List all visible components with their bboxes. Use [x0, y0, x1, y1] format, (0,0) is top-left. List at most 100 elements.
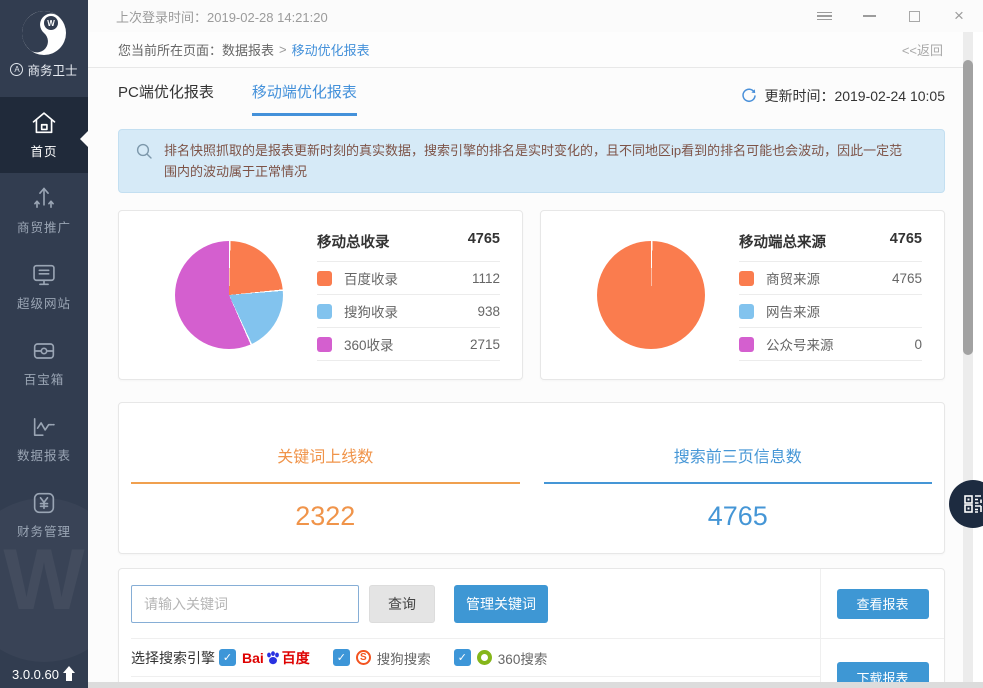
titlebar: 上次登录时间：2019-02-28 14:21:20 × — [88, 0, 983, 32]
app-window: W A 商务卫士 首页 — [0, 0, 983, 688]
refresh-icon[interactable] — [741, 88, 757, 104]
stat-title: 搜索前三页信息数 — [544, 443, 933, 467]
sidebar-item-reports[interactable]: 数据报表 — [0, 401, 88, 477]
sidebar-item-label: 超级网站 — [17, 297, 71, 311]
legend-total: 4765 — [468, 231, 500, 252]
legend-swatch — [739, 304, 754, 319]
menu-icon[interactable] — [816, 8, 832, 24]
baidu-logo: Bai 百度 — [242, 648, 310, 668]
checkbox-icon: ✓ — [219, 649, 236, 666]
manage-keywords-button[interactable]: 管理关键词 — [454, 585, 548, 623]
legend-swatch — [317, 271, 332, 286]
legend-label: 搜狗收录 — [344, 301, 398, 321]
pie-card-mobile-index: 移动总收录 4765 百度收录 1112 搜狗收录 938 — [118, 210, 523, 380]
query-button[interactable]: 查询 — [369, 585, 435, 623]
legend-label: 商贸来源 — [766, 268, 820, 288]
maximize-icon[interactable] — [906, 8, 922, 24]
close-icon[interactable]: × — [951, 8, 967, 24]
legend-value: 2715 — [470, 337, 500, 352]
pie-chart-mobile-source — [597, 241, 705, 349]
vertical-scrollbar[interactable] — [963, 32, 973, 688]
sogou-logo-icon: S — [356, 650, 371, 665]
tabs-row: PC端优化报表 移动端优化报表 更新时间：2019-02-24 10:05 — [118, 68, 945, 116]
brand-badge-icon: A — [10, 63, 23, 76]
engine-baidu-checkbox[interactable]: ✓ Bai 百度 — [219, 648, 310, 668]
pie-card-mobile-source: 移动端总来源 4765 商贸来源 4765 网告来源 — [540, 210, 945, 380]
pie-chart-mobile-index — [175, 241, 283, 349]
sidebar-item-label: 数据报表 — [17, 449, 71, 463]
legend-value: 1112 — [472, 271, 500, 286]
sidebar-item-website[interactable]: 超级网站 — [0, 249, 88, 325]
finance-icon — [0, 489, 88, 521]
legend-row: 商贸来源 4765 — [739, 262, 922, 295]
stat-title: 关键词上线数 — [131, 443, 520, 467]
checkbox-icon: ✓ — [454, 649, 471, 666]
breadcrumb-section: 数据报表 — [222, 40, 274, 59]
legend-swatch — [739, 337, 754, 352]
legend-row: 360收录 2715 — [317, 328, 500, 361]
checkbox-icon: ✓ — [333, 649, 350, 666]
legend-value: 4765 — [892, 271, 922, 286]
toolbox-icon — [0, 337, 88, 369]
legend-label: 公众号来源 — [766, 334, 834, 354]
legend-title: 移动总收录 — [317, 231, 390, 252]
sidebar-item-label: 首页 — [30, 145, 57, 159]
version-label: 3.0.0.60 — [12, 667, 59, 682]
main-area: 上次登录时间：2019-02-28 14:21:20 × 您当前所在页面：数据报… — [88, 0, 983, 688]
minimize-icon[interactable] — [861, 8, 877, 24]
engine-sogou-checkbox[interactable]: ✓ S 搜狗搜索 — [333, 648, 431, 668]
view-report-button[interactable]: 查看报表 — [837, 589, 929, 619]
scrollbar-margin — [973, 32, 983, 688]
brand-logo-icon: W — [21, 10, 67, 56]
sidebar-item-home[interactable]: 首页 — [0, 97, 88, 173]
baidu-paw-icon — [265, 650, 281, 666]
tab-mobile-report[interactable]: 移动端优化报表 — [252, 81, 357, 116]
back-link[interactable]: <<返回 — [902, 40, 943, 59]
last-login-text: 上次登录时间：2019-02-28 14:21:20 — [116, 7, 816, 26]
stat-value: 2322 — [131, 501, 520, 532]
qr-code-float-button[interactable] — [949, 480, 983, 528]
tab-pc-report[interactable]: PC端优化报表 — [118, 81, 214, 116]
sidebar: W A 商务卫士 首页 — [0, 0, 88, 688]
stat-keywords-online: 关键词上线数 2322 — [119, 443, 532, 553]
upgrade-arrow-icon[interactable] — [62, 666, 76, 682]
engine-row-label: 选择搜索引擎 — [131, 648, 219, 668]
keyword-panel: 查询 管理关键词 选择搜索引擎 ✓ Bai — [118, 568, 945, 688]
sidebar-item-promotion[interactable]: 商贸推广 — [0, 173, 88, 249]
legend-label: 百度收录 — [344, 268, 398, 288]
legend-title: 移动端总来源 — [739, 231, 826, 252]
360-logo-icon — [477, 650, 492, 665]
breadcrumb-current-link[interactable]: 移动优化报表 — [292, 40, 370, 59]
legend-total: 4765 — [890, 231, 922, 252]
brand-block: W A 商务卫士 — [0, 0, 88, 85]
legend-row: 百度收录 1112 — [317, 262, 500, 295]
legend-row: 公众号来源 0 — [739, 328, 922, 361]
qr-code-icon — [962, 493, 983, 515]
brand-name: 商务卫士 — [27, 60, 77, 79]
legend-label: 360收录 — [344, 334, 394, 354]
stat-divider — [544, 482, 933, 484]
sidebar-item-toolbox[interactable]: 百宝箱 — [0, 325, 88, 401]
sidebar-item-label: 财务管理 — [17, 525, 71, 539]
legend-value: 0 — [914, 337, 922, 352]
sidebar-item-finance[interactable]: 财务管理 — [0, 477, 88, 553]
promotion-icon — [0, 185, 88, 217]
keyword-search-input[interactable] — [131, 585, 359, 623]
chart-icon — [0, 413, 88, 445]
legend-label: 网告来源 — [766, 301, 820, 321]
breadcrumb: 您当前所在页面：数据报表 > 移动优化报表 <<返回 — [88, 32, 983, 68]
svg-text:W: W — [47, 19, 55, 28]
legend-swatch — [739, 271, 754, 286]
legend-value: 938 — [477, 304, 500, 319]
legend-swatch — [317, 337, 332, 352]
notice-text: 排名快照抓取的是报表更新时刻的真实数据，搜索引擎的排名是实时变化的，且不同地区i… — [164, 140, 914, 182]
home-icon — [0, 109, 88, 141]
scrollbar-thumb[interactable] — [963, 60, 973, 355]
stats-card: 关键词上线数 2322 搜索前三页信息数 4765 — [118, 402, 945, 554]
legend-row: 网告来源 — [739, 295, 922, 328]
engine-360-checkbox[interactable]: ✓ 360搜索 — [454, 648, 548, 668]
notice-banner: 排名快照抓取的是报表更新时刻的真实数据，搜索引擎的排名是实时变化的，且不同地区i… — [118, 129, 945, 193]
bottom-scroll-track — [88, 682, 983, 688]
legend-swatch — [317, 304, 332, 319]
search-icon — [135, 142, 153, 160]
